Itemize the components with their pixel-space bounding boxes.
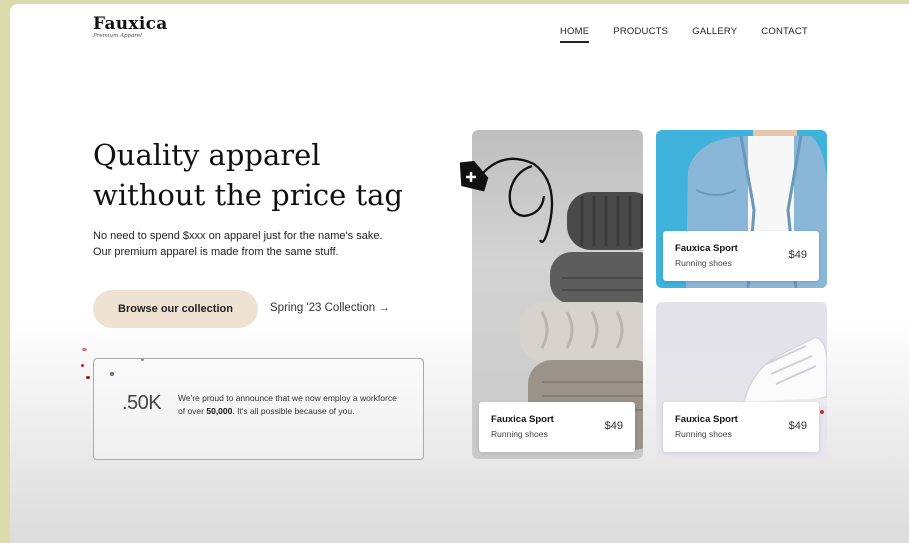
- product-card-denim-jacket[interactable]: Fauxica Sport Running shoes $49: [656, 130, 827, 288]
- browser-viewport: Fauxica Premium Apparel HOME PRODUCTS GA…: [10, 4, 909, 543]
- product-subtitle: Running shoes: [491, 429, 548, 439]
- product-price: $49: [788, 249, 807, 261]
- spring-collection-link[interactable]: Spring '23 Collection →: [270, 302, 390, 314]
- stat-number: .50K: [122, 392, 162, 414]
- employee-stat-card: .50K We're proud to announce that we now…: [93, 358, 424, 460]
- product-subtitle: Running shoes: [675, 258, 732, 268]
- brand-name: Fauxica: [93, 14, 168, 34]
- stat-description: We're proud to announce that we now empl…: [178, 392, 403, 418]
- nav-gallery[interactable]: GALLERY: [692, 26, 737, 37]
- nav-products[interactable]: PRODUCTS: [613, 26, 668, 37]
- brand-logo[interactable]: Fauxica Premium Apparel: [93, 14, 168, 39]
- product-price-card: Fauxica Sport Running shoes $49: [663, 231, 819, 281]
- product-name: Fauxica Sport: [491, 414, 554, 425]
- product-price-card: Fauxica Sport Running shoes $49: [663, 402, 819, 452]
- main-nav: HOME PRODUCTS GALLERY CONTACT: [560, 26, 808, 43]
- hero-title: Quality apparel without the price tag: [93, 135, 433, 215]
- product-name: Fauxica Sport: [675, 414, 738, 425]
- product-card-sneaker[interactable]: Fauxica Sport Running shoes $49: [656, 302, 827, 459]
- confetti-dot: [86, 376, 90, 379]
- product-price-card: Fauxica Sport Running shoes $49: [479, 402, 635, 452]
- stat-text-bold: 50,000: [206, 406, 233, 416]
- stat-text-after: . It's all possible because of you.: [232, 406, 355, 416]
- hero-title-line2: without the price tag: [93, 178, 403, 212]
- product-subtitle: Running shoes: [675, 429, 732, 439]
- nav-contact[interactable]: CONTACT: [761, 26, 808, 37]
- confetti-dot: [82, 348, 87, 351]
- product-price: $49: [604, 420, 623, 432]
- price-tag-plus-icon: [459, 157, 554, 244]
- hero-sub-line2: Our premium apparel is made from the sam…: [93, 246, 339, 258]
- nav-home[interactable]: HOME: [560, 26, 590, 43]
- confetti-dot: [81, 364, 84, 367]
- product-price: $49: [788, 420, 807, 432]
- browse-collection-button[interactable]: Browse our collection: [93, 290, 258, 328]
- hero-subtitle: No need to spend $xxx on apparel just fo…: [93, 228, 433, 260]
- hero-sub-line1: No need to spend $xxx on apparel just fo…: [93, 230, 383, 242]
- product-name: Fauxica Sport: [675, 243, 738, 254]
- hero-title-line1: Quality apparel: [93, 138, 321, 172]
